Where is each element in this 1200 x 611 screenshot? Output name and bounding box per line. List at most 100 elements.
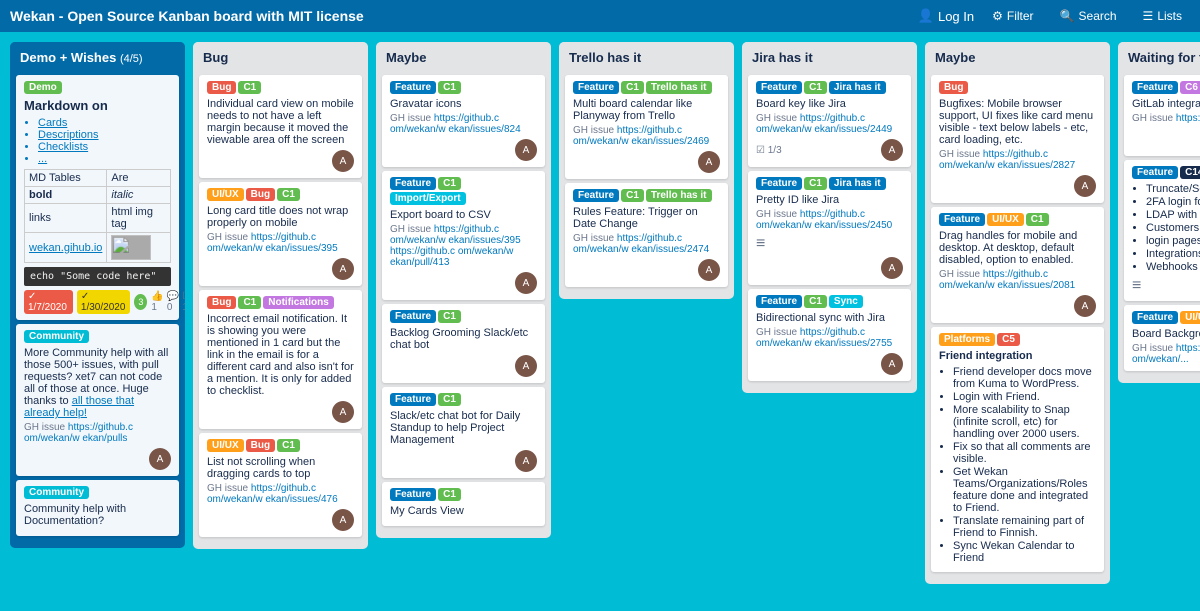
- card-bug-2[interactable]: UI/UX Bug C1 Long card title does not wr…: [199, 182, 362, 286]
- tag-demo: Demo: [24, 81, 62, 94]
- card-jira-1[interactable]: Feature C1 Jira has it Board key like Ji…: [748, 75, 911, 167]
- tag-feature: Feature: [1132, 311, 1178, 324]
- column-trello: Trello has it Feature C1 Trello has it M…: [559, 42, 734, 299]
- avatar: A: [515, 450, 537, 472]
- tag-jirahasit: Jira has it: [829, 81, 886, 94]
- tag-c5: C5: [997, 333, 1020, 346]
- gh-label: GH issue: [756, 113, 797, 124]
- avatar: A: [698, 151, 720, 173]
- card-body: My Cards View: [390, 505, 537, 517]
- card-wf-3[interactable]: Feature UI/UX Board Background ! GH issu…: [1124, 305, 1200, 371]
- card-body: Bugfixes: Mobile browser support, UI fix…: [939, 98, 1096, 146]
- column-header: Maybe: [376, 42, 551, 71]
- tag-c1: C1: [621, 189, 644, 202]
- tag-c1: C1: [804, 177, 827, 190]
- tag-c1: C1: [804, 81, 827, 94]
- card-trello-2[interactable]: Feature C1 Trello has it Rules Feature: …: [565, 183, 728, 287]
- card-bug-1[interactable]: Bug C1 Individual card view on mobile ne…: [199, 75, 362, 178]
- lists-icon: ☰: [1143, 9, 1154, 23]
- card-maybe2-2[interactable]: Feature UI/UX C1 Drag handles for mobile…: [931, 207, 1104, 323]
- tag-feature: Feature: [390, 310, 436, 323]
- tag-notifications: Notifications: [263, 296, 334, 309]
- tag-c1: C1: [438, 393, 461, 406]
- gh-link[interactable]: https://...: [1176, 113, 1200, 124]
- column-header: Jira has it: [742, 42, 917, 71]
- gh-label: GH issue: [390, 224, 431, 235]
- card-body: Drag handles for mobile and desktop. At …: [939, 230, 1096, 266]
- card-wf-1[interactable]: Feature C6 50+ GitLab integration GH iss…: [1124, 75, 1200, 156]
- card-maybe-1[interactable]: Feature C1 Gravatar icons GH issue https…: [382, 75, 545, 167]
- tag-feature: Feature: [939, 213, 985, 226]
- avatar: A: [698, 259, 720, 281]
- tag-feature: Feature: [1132, 81, 1178, 94]
- gh-label: GH issue: [24, 422, 65, 433]
- tag-feature: Feature: [756, 295, 802, 308]
- tag-c1: C1: [804, 295, 827, 308]
- tag-feature: Feature: [756, 81, 802, 94]
- tag-c6: C6: [1180, 81, 1200, 94]
- card-title: Friend integration: [939, 350, 1096, 362]
- login-button[interactable]: 👤 Log In: [918, 8, 974, 24]
- tag-c1: C1: [238, 81, 261, 94]
- gh-link-2[interactable]: https://github.c om/wekan/w ekan/pull/41…: [390, 246, 513, 268]
- tag-trellohasit: Trello has it: [646, 81, 712, 94]
- card-wf-2[interactable]: Feature C14+Sa Truncate/Scroll t... 2FA …: [1124, 160, 1200, 301]
- tag-uiux: UI/UX: [207, 188, 244, 201]
- tag-uiux: UI/UX: [1180, 311, 1200, 324]
- card-maybe-2[interactable]: Feature C1 Import/Export Export board to…: [382, 171, 545, 300]
- avatar: A: [149, 448, 171, 470]
- tag-community: Community: [24, 330, 89, 343]
- filter-button[interactable]: ⚙ Filter: [984, 7, 1041, 25]
- avatar: A: [515, 139, 537, 161]
- menu-dots: ≡: [1132, 277, 1200, 295]
- app-header: Wekan - Open Source Kanban board with MI…: [0, 0, 1200, 32]
- card-maybe2-3[interactable]: Platforms C5 Friend integration Friend d…: [931, 327, 1104, 572]
- column-demo-wishes: Demo + Wishes (4/5) Demo Markdown on Car…: [10, 42, 185, 548]
- card-maybe2-1[interactable]: Bug Bugfixes: Mobile browser support, UI…: [931, 75, 1104, 203]
- tag-c1: C1: [277, 188, 300, 201]
- card-bullets: Truncate/Scroll t... 2FA login for clie.…: [1132, 183, 1200, 273]
- date-badge-end: ✓ 1/30/2020: [77, 290, 130, 314]
- card-community-1[interactable]: Community More Community help with all t…: [16, 324, 179, 476]
- tag-uiux: UI/UX: [207, 439, 244, 452]
- card-markdown[interactable]: Demo Markdown on Cards Descriptions Chec…: [16, 75, 179, 320]
- tag-jirahasit: Jira has it: [829, 177, 886, 190]
- column-header: Bug: [193, 42, 368, 71]
- tag-c1: C1: [438, 310, 461, 323]
- card-maybe-4[interactable]: Feature C1 Slack/etc chat bot for Daily …: [382, 387, 545, 478]
- card-jira-2[interactable]: Feature C1 Jira has it Pretty ID like Ji…: [748, 171, 911, 285]
- login-icon: 👤: [918, 8, 934, 24]
- tag-bug: Bug: [246, 439, 275, 452]
- card-body: Pretty ID like Jira: [756, 194, 903, 206]
- tag-c1: C1: [277, 439, 300, 452]
- gh-label: GH issue: [207, 232, 248, 243]
- lists-button[interactable]: ☰ Lists: [1135, 7, 1190, 25]
- tag-feature: Feature: [1132, 166, 1178, 179]
- card-body: List not scrolling when dragging cards t…: [207, 456, 354, 480]
- card-body: Bidirectional sync with Jira: [756, 312, 903, 324]
- card-body: Individual card view on mobile needs to …: [207, 98, 354, 146]
- card-bullets: Friend developer docs move from Kuma to …: [939, 366, 1096, 564]
- gh-label: GH issue: [207, 483, 248, 494]
- card-bug-3[interactable]: Bug C1 Notifications Incorrect email not…: [199, 290, 362, 429]
- progress-meta: ☑ 1/3: [756, 145, 782, 156]
- search-button[interactable]: 🔍 Search: [1052, 7, 1125, 25]
- avatar: A: [881, 257, 903, 279]
- tag-c1: C1: [438, 81, 461, 94]
- meta-votes: 👍 1: [151, 291, 163, 313]
- card-trello-1[interactable]: Feature C1 Trello has it Multi board cal…: [565, 75, 728, 179]
- tag-community: Community: [24, 486, 89, 499]
- card-bug-4[interactable]: UI/UX Bug C1 List not scrolling when dra…: [199, 433, 362, 537]
- markdown-content: Markdown on Cards Descriptions Checklist…: [24, 98, 171, 286]
- card-maybe-3[interactable]: Feature C1 Backlog Grooming Slack/etc ch…: [382, 304, 545, 383]
- column-bug: Bug Bug C1 Individual card view on mobil…: [193, 42, 368, 549]
- tag-feature: Feature: [390, 488, 436, 501]
- app-title: Wekan - Open Source Kanban board with MI…: [10, 8, 908, 24]
- tag-bug: Bug: [207, 81, 236, 94]
- card-community-2[interactable]: Community Community help with Documentat…: [16, 480, 179, 536]
- tag-feature: Feature: [756, 177, 802, 190]
- tag-uiux: UI/UX: [987, 213, 1024, 226]
- card-jira-3[interactable]: Feature C1 Sync Bidirectional sync with …: [748, 289, 911, 381]
- card-maybe-5[interactable]: Feature C1 My Cards View: [382, 482, 545, 526]
- gh-label: GH issue: [939, 149, 980, 160]
